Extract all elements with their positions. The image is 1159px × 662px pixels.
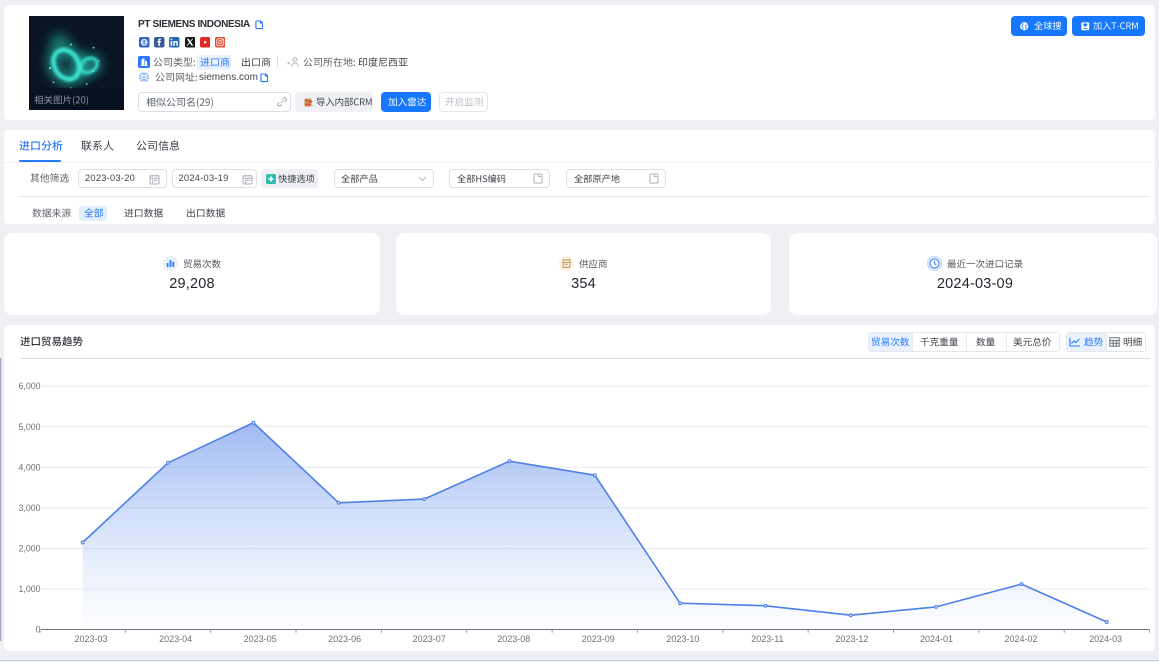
- svg-text:2023-12: 2023-12: [835, 634, 868, 644]
- svg-text:2023-08: 2023-08: [497, 634, 530, 644]
- svg-text:4,000: 4,000: [18, 462, 40, 472]
- svg-text:2,000: 2,000: [18, 543, 40, 553]
- svg-text:3,000: 3,000: [18, 503, 40, 513]
- svg-text:2024-01: 2024-01: [920, 634, 953, 644]
- svg-text:6,000: 6,000: [18, 381, 40, 391]
- svg-text:2023-09: 2023-09: [582, 634, 615, 644]
- svg-text:2023-10: 2023-10: [666, 634, 699, 644]
- svg-text:2023-03: 2023-03: [74, 634, 107, 644]
- svg-text:2023-07: 2023-07: [413, 634, 446, 644]
- svg-text:2023-05: 2023-05: [244, 634, 277, 644]
- svg-text:2023-11: 2023-11: [751, 634, 783, 644]
- svg-text:2024-02: 2024-02: [1004, 634, 1037, 644]
- svg-text:2023-04: 2023-04: [159, 634, 192, 644]
- svg-text:5,000: 5,000: [18, 422, 40, 432]
- svg-text:2024-03: 2024-03: [1089, 634, 1122, 644]
- svg-text:1,000: 1,000: [18, 584, 40, 594]
- svg-text:2023-06: 2023-06: [328, 634, 361, 644]
